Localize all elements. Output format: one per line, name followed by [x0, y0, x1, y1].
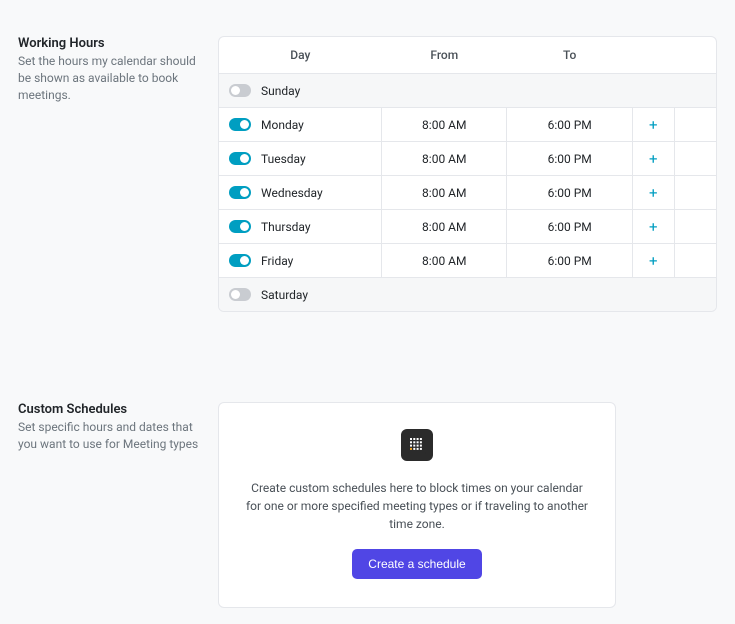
toggle-thursday[interactable] [229, 220, 251, 233]
day-label: Wednesday [261, 186, 323, 200]
day-label: Sunday [261, 84, 300, 98]
create-schedule-button[interactable]: Create a schedule [352, 549, 481, 579]
day-label: Friday [261, 254, 293, 268]
working-hours-header: Working Hours Set the hours my calendar … [18, 36, 218, 312]
add-slot-button[interactable]: + [633, 176, 674, 209]
working-hours-section: Working Hours Set the hours my calendar … [18, 36, 717, 312]
custom-schedules-card: Create custom schedules here to block ti… [218, 402, 616, 608]
toggle-friday[interactable] [229, 254, 251, 267]
from-cell[interactable]: 8:00 AM [382, 108, 507, 142]
to-cell[interactable]: 6:00 PM [507, 142, 632, 176]
working-hours-title: Working Hours [18, 36, 200, 51]
plus-icon: + [649, 116, 658, 134]
add-slot-button[interactable]: + [633, 244, 674, 277]
day-label: Thursday [261, 220, 311, 234]
plus-icon: + [649, 184, 658, 202]
custom-schedules-title: Custom Schedules [18, 402, 200, 417]
column-add [632, 37, 674, 74]
custom-schedules-desc: Set specific hours and dates that you wa… [18, 419, 200, 453]
add-slot-button[interactable]: + [633, 210, 674, 243]
to-cell[interactable]: 6:00 PM [507, 176, 632, 210]
day-label: Monday [261, 118, 304, 132]
delete-slot-cell[interactable] [674, 244, 716, 278]
to-cell[interactable]: 6:00 PM [507, 210, 632, 244]
delete-slot-cell[interactable] [674, 108, 716, 142]
day-row-friday: Friday 8:00 AM 6:00 PM + [219, 244, 716, 278]
day-label: Tuesday [261, 152, 306, 166]
day-row-wednesday: Wednesday 8:00 AM 6:00 PM + [219, 176, 716, 210]
plus-icon: + [649, 218, 658, 236]
to-cell[interactable]: 6:00 PM [507, 108, 632, 142]
delete-slot-cell[interactable] [674, 210, 716, 244]
working-hours-table: Day From To Sunday [219, 37, 716, 311]
day-row-monday: Monday 8:00 AM 6:00 PM + [219, 108, 716, 142]
day-row-sunday: Sunday [219, 74, 716, 108]
working-hours-table-card: Day From To Sunday [218, 36, 717, 312]
day-label: Saturday [261, 288, 308, 302]
day-row-saturday: Saturday [219, 278, 716, 312]
add-slot-button[interactable]: + [633, 108, 674, 141]
day-row-tuesday: Tuesday 8:00 AM 6:00 PM + [219, 142, 716, 176]
from-cell[interactable]: 8:00 AM [382, 244, 507, 278]
calendar-grid-icon [401, 429, 433, 461]
working-hours-desc: Set the hours my calendar should be show… [18, 53, 200, 103]
toggle-wednesday[interactable] [229, 186, 251, 199]
custom-schedules-card-desc: Create custom schedules here to block ti… [243, 479, 591, 533]
add-slot-button[interactable]: + [633, 142, 674, 175]
day-row-thursday: Thursday 8:00 AM 6:00 PM + [219, 210, 716, 244]
delete-slot-cell[interactable] [674, 176, 716, 210]
delete-slot-cell[interactable] [674, 142, 716, 176]
custom-schedules-section: Custom Schedules Set specific hours and … [18, 402, 717, 608]
from-cell[interactable]: 8:00 AM [382, 142, 507, 176]
from-cell[interactable]: 8:00 AM [382, 176, 507, 210]
from-cell[interactable]: 8:00 AM [382, 210, 507, 244]
custom-schedules-header: Custom Schedules Set specific hours and … [18, 402, 218, 608]
to-cell[interactable]: 6:00 PM [507, 244, 632, 278]
column-delete [674, 37, 716, 74]
toggle-tuesday[interactable] [229, 152, 251, 165]
column-to: To [507, 37, 632, 74]
plus-icon: + [649, 252, 658, 270]
column-from: From [382, 37, 507, 74]
column-day: Day [219, 37, 382, 74]
toggle-monday[interactable] [229, 118, 251, 131]
toggle-sunday[interactable] [229, 84, 251, 97]
toggle-saturday[interactable] [229, 288, 251, 301]
plus-icon: + [649, 150, 658, 168]
